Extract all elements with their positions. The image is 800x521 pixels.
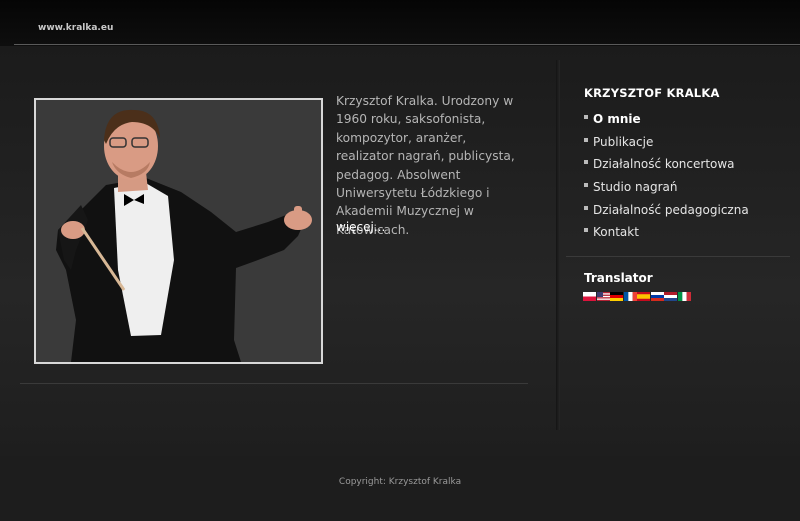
intro-text: Krzysztof Kralka. Urodzony w 1960 roku, … (336, 94, 515, 237)
flag-pl-icon[interactable] (583, 292, 596, 301)
menu-item-kontakt[interactable]: Kontakt (584, 221, 749, 244)
menu-item-o-mnie[interactable]: O mnie (584, 108, 749, 131)
bullet-icon (584, 228, 588, 233)
portrait-photo (34, 98, 323, 364)
menu-item-label: O mnie (593, 112, 641, 127)
flag-de-icon[interactable] (610, 292, 623, 301)
header-divider (14, 44, 800, 45)
bullet-icon (584, 183, 588, 188)
menu-item-publikacje[interactable]: Publikacje (584, 131, 749, 154)
menu-item-label: Działalność koncertowa (593, 157, 735, 172)
conductor-image (36, 100, 321, 362)
menu-item-label: Kontakt (593, 225, 639, 240)
menu-item-label: Studio nagrań (593, 180, 678, 195)
menu-item-studio-nagran[interactable]: Studio nagrań (584, 176, 749, 199)
bullet-icon (584, 205, 588, 210)
sidebar-menu: O mnie Publikacje Działalność koncertowa… (584, 108, 749, 244)
menu-item-label: Działalność pedagogiczna (593, 202, 749, 217)
footer (0, 456, 800, 521)
more-link[interactable]: więcej... (336, 220, 385, 234)
flag-us-icon[interactable] (596, 292, 610, 301)
menu-item-dzialalnosc-pedagogiczna[interactable]: Działalność pedagogiczna (584, 198, 749, 221)
translator-title: Translator (584, 271, 653, 285)
top-bar: www.kralka.eu (0, 0, 800, 46)
sidebar-shadow (556, 60, 560, 430)
menu-item-label: Publikacje (593, 134, 654, 149)
content-divider (20, 383, 528, 384)
flag-it-icon[interactable] (677, 292, 691, 301)
flag-es-icon[interactable] (637, 292, 650, 301)
bullet-icon (584, 115, 588, 120)
copyright-text: Copyright: Krzysztof Kralka (338, 477, 462, 487)
sidebar-title: KRZYSZTOF KRALKA (584, 86, 720, 100)
menu-item-dzialalnosc-koncertowa[interactable]: Działalność koncertowa (584, 153, 749, 176)
flag-ru-icon[interactable] (650, 292, 664, 301)
flag-nl-icon[interactable] (664, 292, 677, 301)
site-name[interactable]: www.kralka.eu (38, 23, 113, 33)
translator-flags (583, 292, 691, 301)
bullet-icon (584, 160, 588, 165)
flag-fr-icon[interactable] (623, 292, 637, 301)
bullet-icon (584, 137, 588, 142)
sidebar-divider (566, 256, 790, 257)
